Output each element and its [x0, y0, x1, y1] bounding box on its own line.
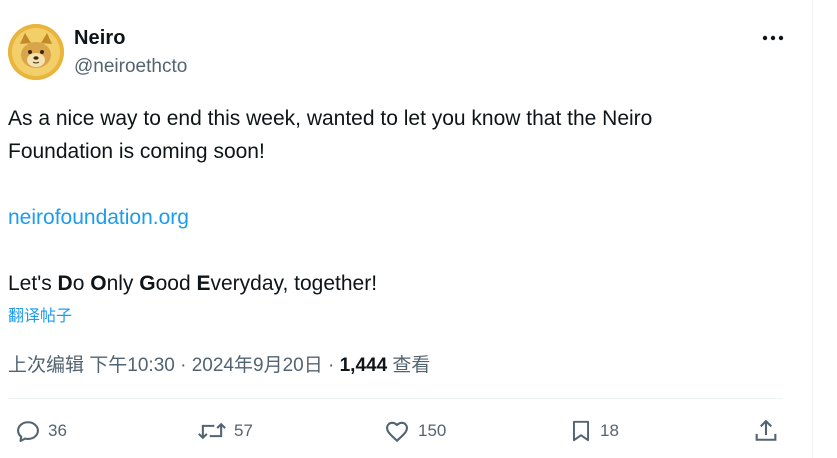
repost-button[interactable]: 57 [196, 414, 253, 448]
heart-icon [386, 421, 408, 442]
tweet-line-1: As a nice way to end this week, wanted t… [8, 107, 653, 130]
reply-icon [17, 421, 39, 442]
like-button[interactable]: 150 [382, 414, 446, 448]
tweet-line-2: Foundation is coming soon! [8, 140, 265, 163]
post-date[interactable]: 2024年9月20日 [192, 355, 323, 376]
reply-count: 36 [48, 421, 67, 440]
shiba-dog-avatar-icon [8, 24, 64, 80]
translate-post-link[interactable]: 翻译帖子 [8, 302, 72, 326]
bookmark-count: 18 [600, 421, 619, 440]
repost-count: 57 [234, 421, 253, 440]
share-icon [755, 419, 777, 441]
edited-label[interactable]: 上次编辑 [8, 355, 84, 376]
views-count: 1,444 [339, 355, 388, 376]
bookmark-button[interactable]: 18 [568, 414, 619, 448]
column-border [812, 0, 813, 458]
tweet-link[interactable]: neirofoundation.org [8, 206, 189, 229]
bookmark-icon [572, 420, 590, 442]
more-options-button[interactable] [760, 28, 786, 48]
avatar[interactable] [8, 24, 64, 80]
author-handle[interactable]: @neiroethcto [74, 56, 187, 78]
post-time[interactable]: 下午10:30 [89, 355, 175, 376]
like-count: 150 [418, 421, 447, 440]
author-name[interactable]: Neiro [74, 27, 126, 50]
tweet-metadata: 上次编辑 下午10:30 · 2024年9月20日 · 1,444 查看 [8, 355, 431, 376]
share-button[interactable] [752, 414, 780, 448]
tweet-text: As a nice way to end this week, wanted t… [8, 102, 798, 300]
reply-button[interactable]: 36 [14, 414, 67, 448]
more-dots-icon [762, 35, 784, 41]
tweet-detail: Neiro @neiroethcto As a nice way to end … [0, 0, 837, 458]
tweet-closing-line: Let's Do Only Good Everyday, together! [8, 272, 378, 295]
repost-icon [198, 422, 226, 440]
views-label: 查看 [392, 355, 431, 376]
divider [8, 398, 783, 399]
